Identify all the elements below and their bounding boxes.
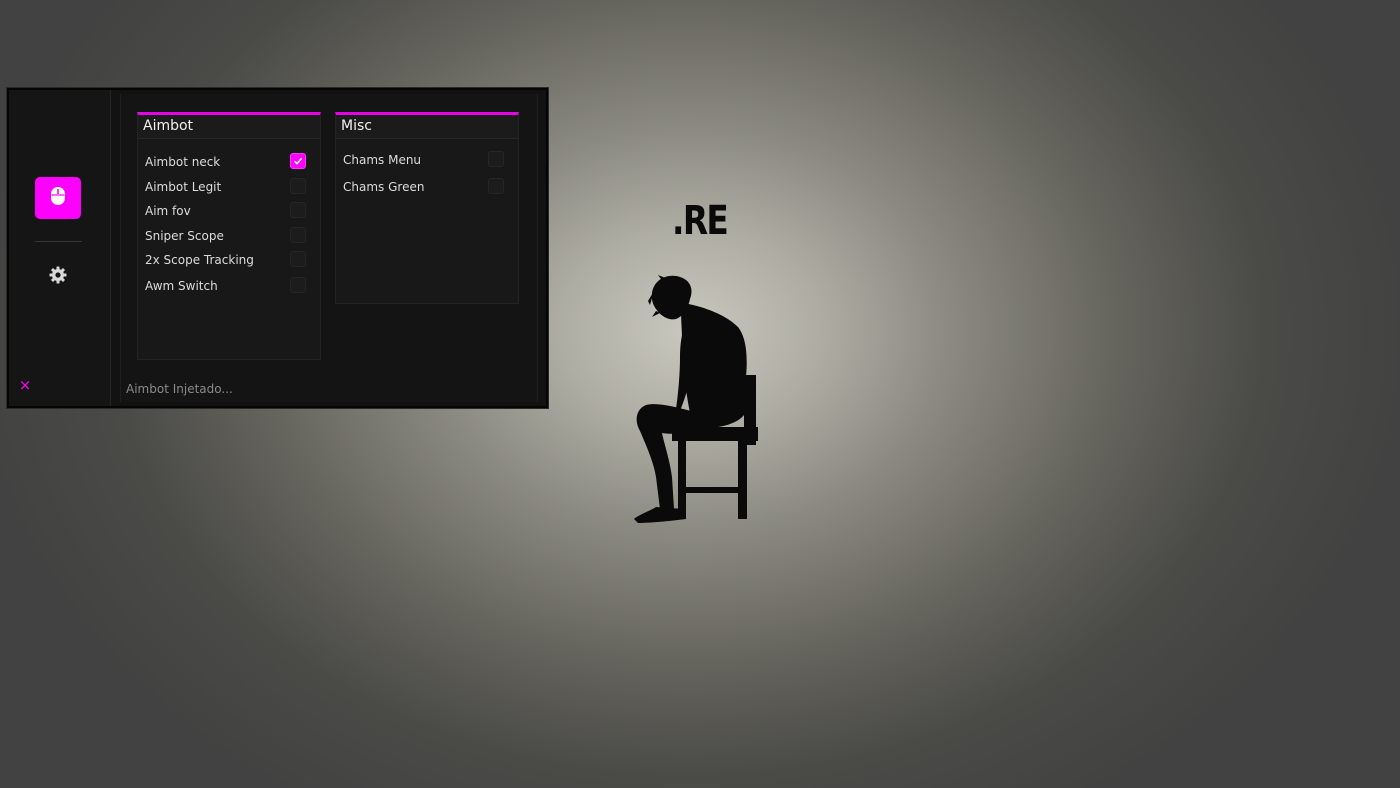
sidebar-divider xyxy=(35,241,82,242)
mouse-icon xyxy=(50,186,66,210)
status-text: Aimbot Injetado... xyxy=(126,382,233,396)
checkbox-aimbot-legit[interactable] xyxy=(290,178,306,194)
sitting-person-silhouette xyxy=(620,265,770,530)
checkmark-icon xyxy=(293,157,303,165)
close-button[interactable]: × xyxy=(18,377,32,393)
option-chams-menu[interactable]: Chams Menu xyxy=(336,151,518,171)
aimbot-group: Aimbot Aimbot neck Aimbot Legit Aim fov … xyxy=(137,112,321,360)
cheat-menu-window: × Aimbot Aimbot neck Aimbot Legit Aim fo… xyxy=(7,88,548,408)
content-panel: Aimbot Aimbot neck Aimbot Legit Aim fov … xyxy=(120,94,538,402)
misc-group-title: Misc xyxy=(336,115,518,139)
misc-group: Misc Chams Menu Chams Green xyxy=(335,112,519,304)
checkbox-chams-menu[interactable] xyxy=(488,151,504,167)
option-label: Aimbot Legit xyxy=(145,180,222,194)
settings-tab[interactable] xyxy=(47,266,69,288)
checkbox-2x-scope-tracking[interactable] xyxy=(290,251,306,267)
checkbox-aimbot-neck[interactable] xyxy=(290,153,306,169)
option-2x-scope-tracking[interactable]: 2x Scope Tracking xyxy=(138,251,320,271)
option-label: 2x Scope Tracking xyxy=(145,253,254,267)
aimbot-tab[interactable] xyxy=(35,177,81,219)
option-label: Sniper Scope xyxy=(145,229,224,243)
checkbox-awm-switch[interactable] xyxy=(290,277,306,293)
option-aimbot-legit[interactable]: Aimbot Legit xyxy=(138,178,320,198)
option-label: Aimbot neck xyxy=(145,155,221,169)
sidebar: × xyxy=(9,90,111,406)
wallpaper-logo-text: .RE xyxy=(672,198,729,244)
aimbot-group-title: Aimbot xyxy=(138,115,320,139)
option-aimbot-neck[interactable]: Aimbot neck xyxy=(138,153,320,173)
checkbox-sniper-scope[interactable] xyxy=(290,227,306,243)
option-sniper-scope[interactable]: Sniper Scope xyxy=(138,227,320,247)
checkbox-aim-fov[interactable] xyxy=(290,202,306,218)
option-label: Awm Switch xyxy=(145,279,218,293)
option-label: Chams Green xyxy=(343,180,425,194)
option-awm-switch[interactable]: Awm Switch xyxy=(138,277,320,297)
option-label: Chams Menu xyxy=(343,153,422,167)
gear-icon xyxy=(49,266,67,288)
option-label: Aim fov xyxy=(145,204,191,218)
option-chams-green[interactable]: Chams Green xyxy=(336,178,518,198)
checkbox-chams-green[interactable] xyxy=(488,178,504,194)
option-aim-fov[interactable]: Aim fov xyxy=(138,202,320,222)
